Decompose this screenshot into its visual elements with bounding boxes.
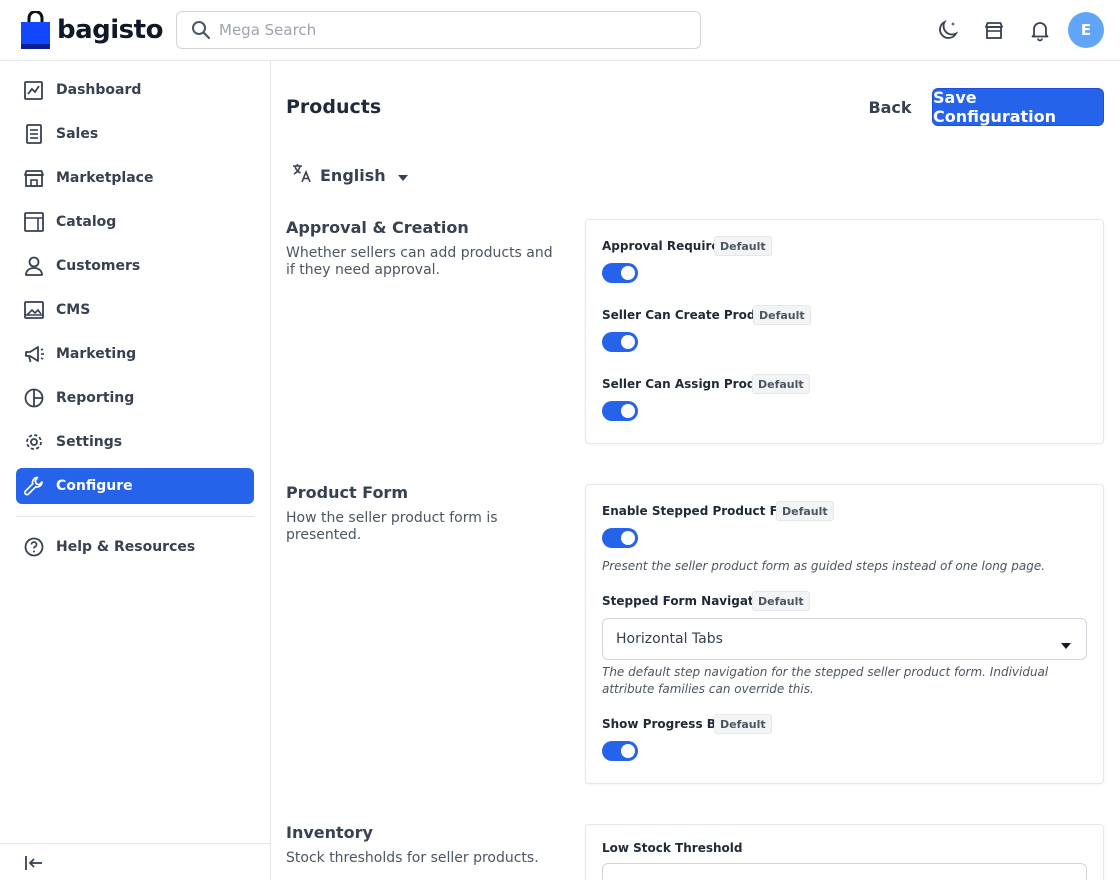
section-title-approval: Approval & Creation xyxy=(286,218,469,237)
field-label-approval-required: Approval Required xyxy=(602,239,729,253)
sidebar-footer-divider xyxy=(0,843,270,844)
back-button[interactable]: Back xyxy=(858,88,922,126)
sidebar-item-label: Marketplace xyxy=(56,170,154,186)
low-stock-threshold-input[interactable] xyxy=(602,863,1087,880)
gear-icon xyxy=(23,431,45,453)
pie-chart-icon xyxy=(23,387,45,409)
field-label-seller-can-assign: Seller Can Assign Product xyxy=(602,377,777,391)
dark-mode-icon[interactable] xyxy=(935,17,961,43)
select-value: Horizontal Tabs xyxy=(616,631,723,647)
sidebar-item-reporting[interactable]: Reporting xyxy=(16,380,254,416)
sidebar-item-cms[interactable]: CMS xyxy=(16,292,254,328)
receipt-icon xyxy=(23,123,45,145)
toggle-knob xyxy=(621,335,635,349)
default-badge: Default xyxy=(752,591,810,611)
search-icon xyxy=(190,19,212,41)
stepped-navigation-hint: The default step navigation for the step… xyxy=(602,665,1049,696)
sidebar-item-configure[interactable]: Configure xyxy=(16,468,254,504)
dashboard-icon xyxy=(23,79,45,101)
sidebar-item-customers[interactable]: Customers xyxy=(16,248,254,284)
image-icon xyxy=(23,299,45,321)
default-badge: Default xyxy=(753,305,811,325)
field-label-enable-stepped: Enable Stepped Product Form xyxy=(602,504,804,518)
default-badge: Default xyxy=(714,714,772,734)
field-label-stepped-navigation: Stepped Form Navigation xyxy=(602,594,775,608)
help-icon xyxy=(23,536,45,558)
bell-icon[interactable] xyxy=(1027,17,1053,43)
sidebar-divider xyxy=(16,516,254,517)
enable-stepped-hint: Present the seller product form as guide… xyxy=(602,559,1046,573)
sidebar-item-label: Reporting xyxy=(56,390,135,406)
user-avatar[interactable]: E xyxy=(1068,12,1104,48)
top-bar: bagisto E xyxy=(0,0,1120,61)
sidebar-item-label: Configure xyxy=(56,478,133,494)
default-badge: Default xyxy=(714,236,772,256)
mega-search[interactable] xyxy=(176,11,701,49)
seller-can-assign-toggle[interactable] xyxy=(602,401,638,421)
caret-down-icon xyxy=(1061,634,1071,653)
user-icon xyxy=(23,255,45,277)
sidebar-item-label: Sales xyxy=(56,126,99,142)
sidebar-item-label: Marketing xyxy=(56,346,137,362)
sidebar-item-marketplace[interactable]: Marketplace xyxy=(16,160,254,196)
brand-logo[interactable]: bagisto xyxy=(21,10,163,49)
collapse-sidebar-icon[interactable] xyxy=(22,851,46,875)
toggle-knob xyxy=(621,531,635,545)
sidebar-item-label: Customers xyxy=(56,258,141,274)
sidebar-item-marketing[interactable]: Marketing xyxy=(16,336,254,372)
store-icon xyxy=(23,167,45,189)
field-label-seller-can-create: Seller Can Create Product xyxy=(602,308,777,322)
translate-icon xyxy=(290,161,314,189)
sidebar-item-settings[interactable]: Settings xyxy=(16,424,254,460)
section-title-inventory: Inventory xyxy=(286,823,373,842)
sidebar-item-dashboard[interactable]: Dashboard xyxy=(16,72,254,108)
locale-label: English xyxy=(320,165,386,185)
seller-can-create-toggle[interactable] xyxy=(602,332,638,352)
sidebar-item-label: CMS xyxy=(56,302,91,318)
brand-name: bagisto xyxy=(57,15,163,45)
section-description-approval: Whether sellers can add products and if … xyxy=(286,245,553,278)
save-configuration-button[interactable]: Save Configuration xyxy=(932,88,1104,126)
section-description-inventory: Stock thresholds for seller products. xyxy=(286,850,539,866)
page-title: Products xyxy=(286,96,382,118)
sidebar-item-sales[interactable]: Sales xyxy=(16,116,254,152)
caret-down-icon xyxy=(397,166,408,185)
approval-required-toggle[interactable] xyxy=(602,263,638,283)
wrench-icon xyxy=(23,475,45,497)
catalog-icon xyxy=(23,211,45,233)
field-label-show-progress: Show Progress Bar xyxy=(602,717,730,731)
enable-stepped-toggle[interactable] xyxy=(602,528,638,548)
shopping-bag-icon xyxy=(21,10,50,49)
sidebar-item-label: Settings xyxy=(56,434,123,450)
default-badge: Default xyxy=(752,374,810,394)
section-title-product-form: Product Form xyxy=(286,483,408,502)
sidebar-item-label: Catalog xyxy=(56,214,117,230)
sidebar-item-label: Dashboard xyxy=(56,82,142,98)
stepped-navigation-select[interactable]: Horizontal Tabs xyxy=(602,618,1087,660)
storefront-icon[interactable] xyxy=(981,17,1007,43)
locale-switcher[interactable]: English xyxy=(290,162,408,188)
megaphone-icon xyxy=(23,343,45,365)
section-description-product-form: How the seller product form is presented… xyxy=(286,510,498,543)
sidebar-item-label: Help & Resources xyxy=(56,539,196,555)
field-label-low-stock: Low Stock Threshold xyxy=(602,841,743,855)
show-progress-toggle[interactable] xyxy=(602,741,638,761)
toggle-knob xyxy=(621,404,635,418)
sidebar: Dashboard Sales Marketplace Catalog Cust… xyxy=(0,61,271,880)
default-badge: Default xyxy=(776,501,834,521)
sidebar-item-help[interactable]: Help & Resources xyxy=(16,529,254,565)
toggle-knob xyxy=(621,266,635,280)
toggle-knob xyxy=(621,744,635,758)
sidebar-item-catalog[interactable]: Catalog xyxy=(16,204,254,240)
search-input[interactable] xyxy=(219,21,679,39)
